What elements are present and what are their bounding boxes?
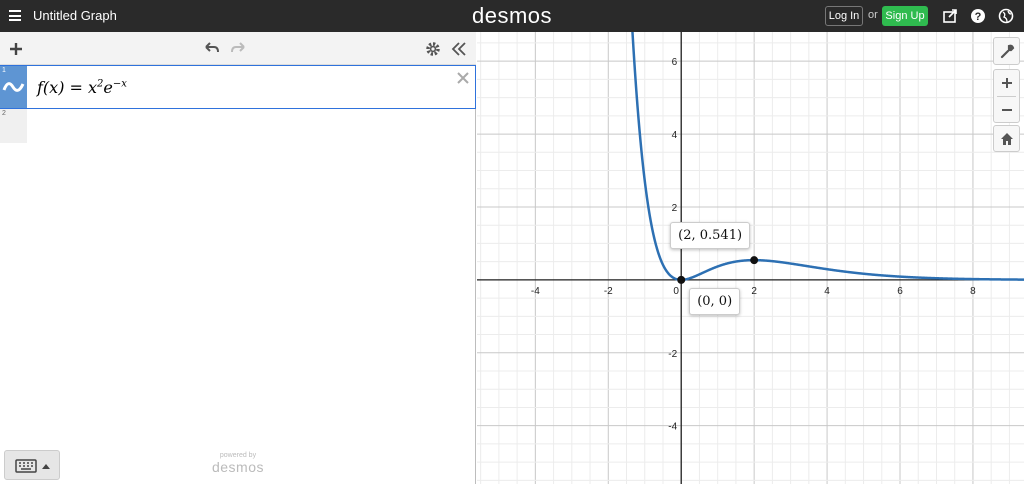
graph-settings-button[interactable] bbox=[993, 37, 1020, 65]
signup-button[interactable]: Sign Up bbox=[882, 6, 928, 26]
powered-by-label: powered by bbox=[219, 452, 257, 459]
help-icon[interactable]: ? bbox=[970, 8, 986, 24]
keyboard-icon bbox=[15, 459, 37, 473]
share-icon[interactable] bbox=[942, 8, 958, 24]
expression-formula[interactable]: f(x) = x2e−x bbox=[37, 78, 127, 97]
x-tick-label: 4 bbox=[824, 286, 830, 297]
y-tick-label: -4 bbox=[668, 422, 677, 433]
expression-tab[interactable]: 1 bbox=[0, 66, 27, 108]
y-tick-label: 6 bbox=[672, 57, 678, 68]
login-button[interactable]: Log In bbox=[825, 6, 863, 26]
undo-icon[interactable] bbox=[202, 39, 222, 59]
x-tick-label: 8 bbox=[970, 286, 976, 297]
y-tick-label: 4 bbox=[672, 130, 678, 141]
expression-tab[interactable]: 2 bbox=[0, 109, 27, 143]
home-icon bbox=[1001, 133, 1013, 145]
point-label-origin[interactable]: (0, 0) bbox=[689, 287, 741, 315]
graph-title[interactable]: Untitled Graph bbox=[33, 8, 117, 23]
zoom-out-icon[interactable] bbox=[1000, 103, 1014, 117]
curve-style-icon[interactable] bbox=[2, 78, 25, 96]
delete-expression-icon[interactable] bbox=[456, 71, 470, 85]
expression-index: 2 bbox=[2, 110, 6, 117]
point-marker bbox=[750, 256, 759, 265]
x-tick-label: 6 bbox=[897, 286, 903, 297]
powered-by-brand: desmos bbox=[211, 459, 265, 475]
x-tick-label: -4 bbox=[531, 286, 540, 297]
expression-row-empty[interactable]: 2 bbox=[0, 109, 476, 143]
expression-panel: 1 f(x) = x2e−x 2 powered by desmos bbox=[0, 32, 476, 484]
collapse-panel-icon[interactable] bbox=[449, 39, 469, 59]
x-tick-label: 2 bbox=[751, 286, 757, 297]
hamburger-menu-icon[interactable] bbox=[9, 10, 21, 21]
expression-list: 1 f(x) = x2e−x 2 bbox=[0, 65, 476, 143]
svg-text:?: ? bbox=[975, 11, 982, 23]
caret-up-icon bbox=[42, 464, 50, 469]
or-label: or bbox=[868, 9, 878, 21]
graph-paper[interactable]: -4 -2 0 2 4 6 8 6 4 2 -2 -4 (2, 0.541) (0, 0) bbox=[477, 32, 1024, 484]
redo-icon[interactable] bbox=[228, 39, 248, 59]
zoom-in-icon[interactable] bbox=[1000, 76, 1014, 90]
y-tick-label: 2 bbox=[672, 203, 678, 214]
zoom-controls bbox=[993, 69, 1020, 123]
expression-row[interactable]: 1 f(x) = x2e−x bbox=[0, 65, 476, 109]
graph-canvas[interactable]: -4 -2 0 2 4 6 8 6 4 2 -2 -4 bbox=[477, 32, 1024, 484]
x-tick-label: -2 bbox=[604, 286, 613, 297]
default-viewport-button[interactable] bbox=[993, 125, 1020, 152]
point-marker bbox=[677, 275, 686, 284]
top-bar: Untitled Graph desmos Log In or Sign Up … bbox=[0, 0, 1024, 32]
y-tick-label: -2 bbox=[668, 349, 677, 360]
x-tick-label: 0 bbox=[673, 286, 679, 297]
settings-gear-icon[interactable] bbox=[423, 39, 443, 59]
wrench-icon bbox=[1000, 44, 1015, 59]
expression-toolbar bbox=[0, 32, 476, 65]
point-label-max[interactable]: (2, 0.541) bbox=[670, 222, 751, 250]
keyboard-toggle-button[interactable] bbox=[4, 450, 60, 480]
desmos-app: Untitled Graph desmos Log In or Sign Up … bbox=[0, 0, 1024, 484]
expression-index: 1 bbox=[2, 67, 6, 74]
globe-icon[interactable] bbox=[998, 8, 1014, 24]
add-item-icon[interactable] bbox=[6, 39, 26, 59]
powered-by-desmos: powered by desmos bbox=[208, 452, 268, 475]
